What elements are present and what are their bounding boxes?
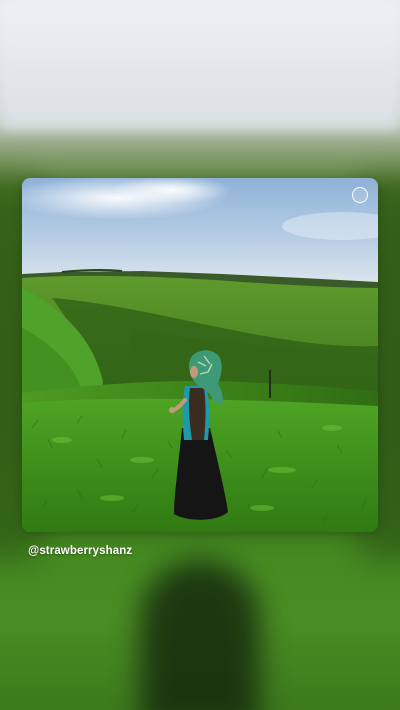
background-sky-blur	[0, 0, 400, 130]
author-handle[interactable]: @strawberryshanz	[28, 545, 132, 557]
background-figure-blur	[140, 560, 260, 710]
landscape-photo	[22, 178, 378, 532]
story-photo[interactable]	[22, 178, 378, 532]
select-circle-icon[interactable]	[352, 187, 368, 203]
